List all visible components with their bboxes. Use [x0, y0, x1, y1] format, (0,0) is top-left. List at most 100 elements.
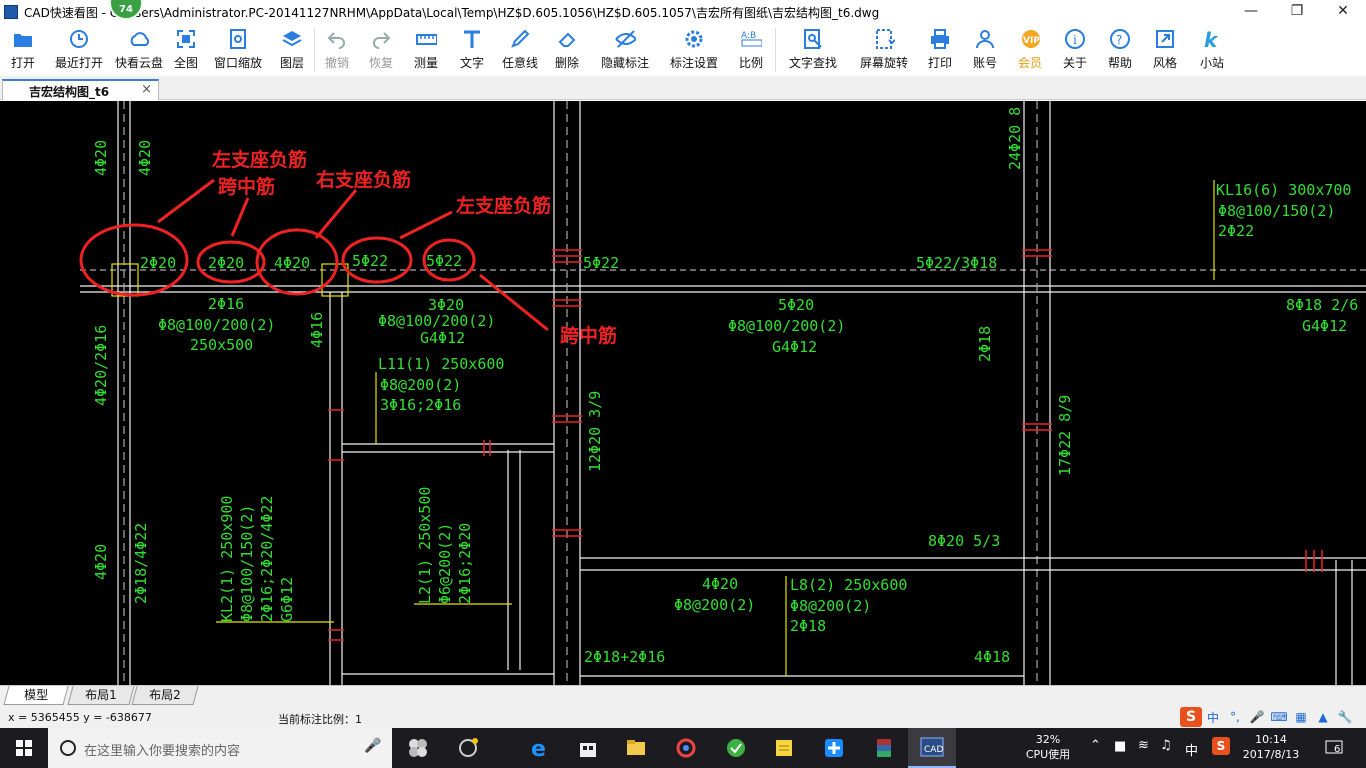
label-a46: Φ8@200(2)	[790, 597, 871, 615]
people-icon[interactable]: ■	[1114, 739, 1126, 754]
toolbar-hidemark-button[interactable]: 隐藏标注	[589, 24, 661, 76]
label-a10: KL16(6) 300x700	[1216, 181, 1351, 199]
label-a1: 4Φ20	[92, 140, 110, 176]
toolbar-marksettings-button[interactable]: 标注设置	[661, 24, 727, 76]
keyboard-icon[interactable]: ⌨	[1268, 710, 1290, 724]
ime-lang[interactable]: 中	[1202, 709, 1224, 726]
winrar-icon[interactable]	[860, 728, 908, 768]
notification-center-icon[interactable]: 6	[1322, 736, 1348, 760]
toolbar-fullview-button[interactable]: 全图	[166, 24, 206, 76]
system-clock[interactable]: 10:14 2017/8/13	[1240, 732, 1302, 762]
tab-model[interactable]: 模型	[3, 686, 69, 705]
toolbar-recent-button[interactable]: 最近打开	[46, 24, 112, 76]
label-a32: 17Φ22 8/9	[1056, 395, 1074, 476]
close-tab-icon[interactable]: ×	[141, 82, 152, 97]
network-icon[interactable]: ≋	[1138, 738, 1149, 753]
svg-text:?: ?	[1116, 33, 1122, 47]
toolbar-help-button[interactable]: ? 帮助	[1098, 24, 1142, 76]
close-button[interactable]: ✕	[1320, 0, 1366, 24]
label-a43: 4Φ20	[702, 575, 738, 593]
toolbar-text-button[interactable]: 文字	[449, 24, 495, 76]
toolbar-freeline-button[interactable]: 任意线	[495, 24, 545, 76]
svg-text:VIP: VIP	[1023, 36, 1040, 46]
toolbar-undo-button[interactable]: 撤销	[315, 24, 359, 76]
restore-button[interactable]: ❐	[1274, 0, 1320, 24]
toolbar-open-button[interactable]: 打开	[0, 24, 46, 76]
toolbar-style-button[interactable]: 风格	[1142, 24, 1188, 76]
annotation-right-support: 右支座负筋	[315, 168, 411, 191]
tab-layout1[interactable]: 布局1	[67, 686, 135, 705]
annotation-left-support-1: 左支座负筋	[212, 148, 307, 171]
vip-icon: VIP	[1019, 28, 1041, 50]
label-a34: Φ8@100/150(2)	[238, 505, 256, 622]
tab-layout2[interactable]: 布局2	[131, 686, 199, 705]
sogou-ime-icon[interactable]: S	[1180, 707, 1202, 727]
ime-toolbar[interactable]: S 中 °, 🎤 ⌨ ▦ ▲ 🔧	[1180, 707, 1356, 727]
toolbar-vip-button[interactable]: VIP 会员	[1008, 24, 1052, 76]
help-question-icon: ?	[1109, 28, 1131, 50]
ime-punct[interactable]: °,	[1224, 710, 1246, 724]
toolbar-account-button[interactable]: 账号	[962, 24, 1008, 76]
label-a4: 2Φ20	[208, 254, 244, 272]
taskbar-search-box[interactable]: 在这里输入你要搜索的内容 🎤	[48, 728, 392, 768]
minimize-button[interactable]: —	[1228, 0, 1274, 24]
toolbar-layers-button[interactable]: 图层	[270, 24, 314, 76]
toolbar-text-label: 文字	[459, 56, 484, 70]
tab-layout2-label: 布局2	[149, 688, 181, 702]
cpu-meter[interactable]: 32% CPU使用	[1022, 732, 1074, 762]
security-360-icon[interactable]	[662, 728, 710, 768]
label-a22: 8Φ18 2/6	[1286, 296, 1358, 314]
toolbar-measure-button[interactable]: 测量	[403, 24, 449, 76]
toolbar-findtext-button[interactable]: 文字查找	[776, 24, 850, 76]
toolbar-cloud-label: 快看云盘	[114, 56, 163, 70]
k-logo-icon: k	[1201, 28, 1223, 50]
cloud-icon	[128, 28, 150, 50]
toolbar-delete-button[interactable]: 删除	[545, 24, 589, 76]
store-icon[interactable]	[564, 728, 612, 768]
sogou-tray-icon[interactable]: S	[1212, 737, 1230, 755]
drawing-canvas[interactable]: 2Φ20 2Φ20 4Φ20 5Φ22 5Φ22 5Φ22 5Φ22/3Φ18 …	[0, 101, 1366, 685]
label-a30: 4Φ16	[308, 312, 326, 348]
cad-viewer-taskbar-icon[interactable]: CAD	[908, 728, 956, 768]
input-language[interactable]: 中	[1185, 740, 1198, 759]
task-view-icon[interactable]	[394, 728, 442, 768]
edge-icon[interactable]: e	[516, 728, 564, 768]
toolbar-print-button[interactable]: 打印	[918, 24, 962, 76]
label-a12: 2Φ22	[1218, 222, 1254, 240]
label-a25: Φ8@200(2)	[380, 376, 461, 394]
volume-icon[interactable]: ♫	[1160, 738, 1172, 753]
toolbar-ratio-button[interactable]: A:B 比例	[727, 24, 775, 76]
shirt-icon[interactable]: ▲	[1312, 710, 1334, 724]
toolbar-redo-button[interactable]: 恢复	[359, 24, 403, 76]
eraser-icon	[556, 28, 578, 50]
microphone-icon[interactable]: 🎤	[1246, 710, 1268, 724]
document-tab[interactable]: 吉宏结构图_t6 ×	[2, 79, 159, 100]
info-icon: i	[1064, 28, 1086, 50]
tray-chevron-icon[interactable]: ⌃	[1090, 738, 1101, 753]
label-a33: KL2(1) 250x900	[218, 496, 236, 622]
tab-layout1-label: 布局1	[85, 688, 117, 702]
start-button[interactable]	[0, 728, 48, 768]
notes-app-icon[interactable]	[760, 728, 808, 768]
annotation-left-support-2: 左支座负筋	[456, 194, 551, 217]
browser-360-icon[interactable]	[444, 728, 492, 768]
blue-plus-app-icon[interactable]	[810, 728, 858, 768]
tab-model-label: 模型	[24, 688, 49, 702]
wrench-icon[interactable]: 🔧	[1334, 710, 1356, 724]
label-a35: 2Φ16;2Φ20/4Φ22	[258, 496, 276, 622]
green-app-icon[interactable]	[712, 728, 760, 768]
text-t-icon	[461, 28, 483, 50]
toolbar-site-button[interactable]: k 小站	[1188, 24, 1236, 76]
fullscreen-icon	[175, 28, 197, 50]
grid-icon[interactable]: ▦	[1290, 710, 1312, 724]
toolbar-about-button[interactable]: i 关于	[1052, 24, 1098, 76]
label-a3: 2Φ20	[140, 254, 176, 272]
microphone-search-icon[interactable]: 🎤	[364, 738, 381, 754]
windows-taskbar: 在这里输入你要搜索的内容 🎤 e CAD 32% CPU使用 ⌃ ■ ≋ ♫ 中 …	[0, 728, 1366, 768]
toolbar-rotate-button[interactable]: 屏幕旋转	[850, 24, 918, 76]
cpu-percent: 32%	[1035, 733, 1061, 746]
toolbar-zoomwin-button[interactable]: 窗口缩放	[206, 24, 270, 76]
toolbar-cloud-button[interactable]: 快看云盘	[112, 24, 166, 76]
file-explorer-icon[interactable]	[612, 728, 660, 768]
toolbar-vip-label: 会员	[1017, 56, 1042, 70]
